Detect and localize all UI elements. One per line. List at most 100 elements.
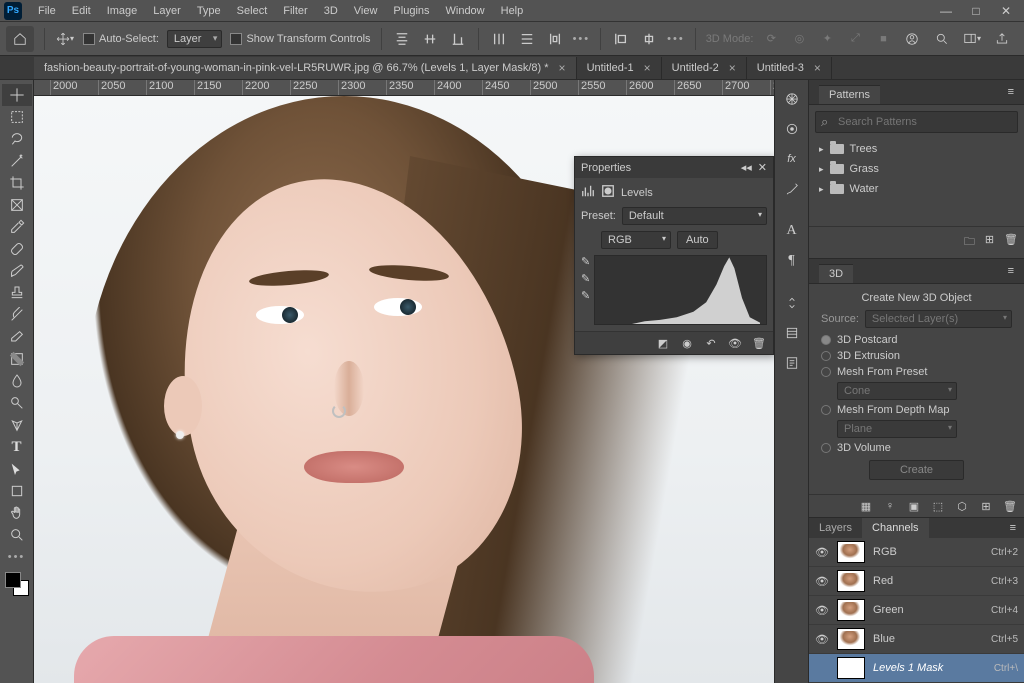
document-tab[interactable]: Untitled-2× — [662, 57, 747, 79]
paragraph-panel-icon[interactable]: ¶ — [779, 248, 805, 274]
dodge-tool[interactable] — [2, 392, 32, 414]
type-tool[interactable]: T — [2, 436, 32, 458]
delete-icon[interactable]: 🗑 — [751, 336, 767, 350]
properties-panel[interactable]: Properties ◂◂✕ Levels Preset: Default RG… — [574, 156, 774, 355]
align-icon[interactable] — [392, 29, 412, 49]
tab-close-icon[interactable]: × — [729, 61, 736, 75]
show-transform-checkbox[interactable]: Show Transform Controls — [230, 33, 370, 45]
info-panel-icon[interactable] — [779, 350, 805, 376]
channels-tab[interactable]: Channels — [862, 518, 928, 538]
clip-icon[interactable]: ◩ — [655, 336, 671, 350]
visibility-icon[interactable]: 👁 — [815, 633, 829, 646]
create-button[interactable]: Create — [869, 460, 964, 480]
panel-menu-icon[interactable]: ≡ — [1002, 518, 1024, 538]
menu-layer[interactable]: Layer — [145, 2, 189, 20]
color-swatches[interactable] — [5, 572, 29, 596]
hand-tool[interactable] — [2, 502, 32, 524]
visibility-icon[interactable]: 👁 — [815, 604, 829, 617]
document-tab[interactable]: Untitled-3× — [747, 57, 832, 79]
view-previous-icon[interactable]: ◉ — [679, 336, 695, 350]
more-options[interactable]: ••• — [667, 33, 685, 45]
color-panel-icon[interactable] — [779, 86, 805, 112]
menu-window[interactable]: Window — [438, 2, 493, 20]
styles-panel-icon[interactable]: fx — [779, 146, 805, 172]
reset-icon[interactable]: ↶ — [703, 336, 719, 350]
delete-icon[interactable]: 🗑 — [1004, 233, 1018, 252]
edit-toolbar[interactable]: ••• — [2, 546, 32, 568]
character-panel-icon[interactable]: A — [779, 218, 805, 244]
minimize-button[interactable]: — — [932, 2, 960, 20]
actions-panel-icon[interactable] — [779, 290, 805, 316]
properties-header[interactable]: Properties ◂◂✕ — [575, 157, 773, 178]
document-tab[interactable]: fashion-beauty-portrait-of-young-woman-i… — [34, 57, 577, 79]
histogram[interactable] — [594, 255, 767, 325]
new-icon[interactable]: ⊞ — [978, 499, 994, 513]
source-dropdown[interactable]: Selected Layer(s) — [865, 310, 1012, 328]
channel-row[interactable]: 👁RGBCtrl+2 — [809, 538, 1024, 567]
visibility-icon[interactable]: 👁 — [815, 546, 829, 559]
delete-icon[interactable]: 🗑 — [1002, 499, 1018, 513]
cloud-icon[interactable] — [902, 29, 922, 49]
auto-button[interactable]: Auto — [677, 231, 718, 249]
light-icon[interactable]: ♀ — [882, 499, 898, 513]
eraser-tool[interactable] — [2, 326, 32, 348]
maximize-button[interactable]: □ — [962, 2, 990, 20]
auto-select-dropdown[interactable]: Layer — [167, 30, 223, 48]
patterns-tab[interactable]: Patterns — [819, 85, 880, 104]
pattern-folder[interactable]: ▸Trees — [809, 139, 1024, 159]
collapse-icon[interactable]: ◂◂ — [741, 161, 752, 174]
menu-plugins[interactable]: Plugins — [385, 2, 437, 20]
brushes-panel-icon[interactable] — [779, 176, 805, 202]
tab-close-icon[interactable]: × — [559, 61, 566, 75]
tab-close-icon[interactable]: × — [644, 61, 651, 75]
mesh-preset-dropdown[interactable]: Cone — [837, 382, 957, 400]
menu-image[interactable]: Image — [99, 2, 146, 20]
history-panel-icon[interactable] — [779, 320, 805, 346]
eyedropper-black-icon[interactable]: ✎ — [581, 255, 590, 268]
pattern-folder[interactable]: ▸Water — [809, 179, 1024, 199]
crop-tool[interactable] — [2, 172, 32, 194]
3d-option[interactable]: 3D Postcard — [837, 334, 898, 346]
canvas[interactable]: Properties ◂◂✕ Levels Preset: Default RG… — [34, 96, 774, 683]
menu-help[interactable]: Help — [493, 2, 532, 20]
swatches-panel-icon[interactable] — [779, 116, 805, 142]
3d-option[interactable]: Mesh From Depth Map — [837, 404, 949, 416]
align-icon[interactable] — [639, 29, 659, 49]
depth-map-dropdown[interactable]: Plane — [837, 420, 957, 438]
auto-select-checkbox[interactable]: Auto-Select: — [83, 33, 159, 45]
eyedropper-gray-icon[interactable]: ✎ — [581, 272, 590, 285]
visibility-icon[interactable]: 👁 — [727, 336, 743, 350]
3d-tab[interactable]: 3D — [819, 264, 853, 283]
3d-option[interactable]: Mesh From Preset — [837, 366, 927, 378]
channel-row[interactable]: 👁RedCtrl+3 — [809, 567, 1024, 596]
frame-tool[interactable] — [2, 194, 32, 216]
render-icon[interactable]: ▦ — [858, 499, 874, 513]
close-button[interactable]: ✕ — [992, 2, 1020, 20]
search-input[interactable] — [815, 111, 1018, 133]
healing-tool[interactable] — [2, 238, 32, 260]
shape-tool[interactable] — [2, 480, 32, 502]
gradient-tool[interactable] — [2, 348, 32, 370]
pattern-folder[interactable]: ▸Grass — [809, 159, 1024, 179]
new-group-icon[interactable]: 🗀 — [964, 233, 975, 252]
distribute-icon[interactable] — [489, 29, 509, 49]
align-icon[interactable] — [611, 29, 631, 49]
share-icon[interactable] — [992, 29, 1012, 49]
distribute-icon[interactable] — [517, 29, 537, 49]
eyedropper-tool[interactable] — [2, 216, 32, 238]
channel-row[interactable]: 👁BlueCtrl+5 — [809, 625, 1024, 654]
close-icon[interactable]: ✕ — [758, 161, 767, 174]
menu-filter[interactable]: Filter — [275, 2, 315, 20]
stamp-tool[interactable] — [2, 282, 32, 304]
wand-tool[interactable] — [2, 150, 32, 172]
home-button[interactable] — [6, 26, 34, 52]
camera-icon[interactable]: ▣ — [906, 499, 922, 513]
menu-3d[interactable]: 3D — [316, 2, 346, 20]
document-tab[interactable]: Untitled-1× — [577, 57, 662, 79]
visibility-icon[interactable]: 👁 — [815, 575, 829, 588]
move-tool-icon[interactable]: ▾ — [55, 29, 75, 49]
mesh-icon[interactable]: ⬡ — [954, 499, 970, 513]
channel-row[interactable]: 👁GreenCtrl+4 — [809, 596, 1024, 625]
history-brush-tool[interactable] — [2, 304, 32, 326]
3d-option[interactable]: 3D Extrusion — [837, 350, 900, 362]
